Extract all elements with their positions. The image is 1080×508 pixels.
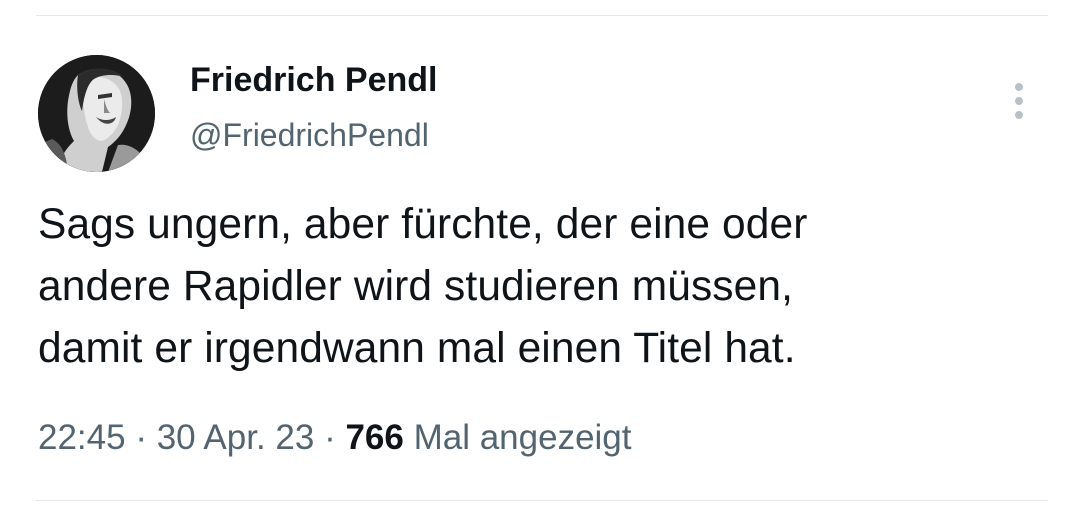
top-divider [36, 15, 1048, 16]
meta-separator-2: · [314, 418, 346, 457]
avatar[interactable] [38, 55, 155, 172]
tweet-date[interactable]: 30 Apr. 23 [157, 418, 315, 457]
tweet-text-line: Sags ungern, aber fürchte, der eine oder [38, 201, 808, 248]
meta-separator: · [125, 418, 157, 457]
more-vertical-icon [1015, 83, 1023, 91]
tweet-text: Sags ungern, aber fürchte, der eine oder… [38, 194, 1048, 380]
more-vertical-icon-dot-2 [1015, 97, 1023, 105]
author-name[interactable]: Friedrich Pendl [190, 61, 438, 100]
tweet-meta: 22:45 · 30 Apr. 23 · 766 Mal angezeigt [38, 418, 632, 458]
more-options-button[interactable] [1004, 76, 1034, 126]
bottom-divider [36, 500, 1048, 501]
views-label: Mal angezeigt [403, 418, 632, 457]
author-handle[interactable]: @FriedrichPendl [190, 117, 429, 154]
more-vertical-icon-dot-3 [1015, 111, 1023, 119]
tweet-text-line: damit er irgendwann mal einen Titel hat. [38, 325, 796, 372]
tweet-time[interactable]: 22:45 [38, 418, 126, 457]
profile-photo-icon [38, 55, 155, 172]
tweet-card[interactable]: Friedrich Pendl @FriedrichPendl Sags ung… [0, 0, 1080, 508]
views-count[interactable]: 766 [345, 418, 403, 457]
tweet-text-line: andere Rapidler wird studieren müssen, [38, 263, 794, 310]
